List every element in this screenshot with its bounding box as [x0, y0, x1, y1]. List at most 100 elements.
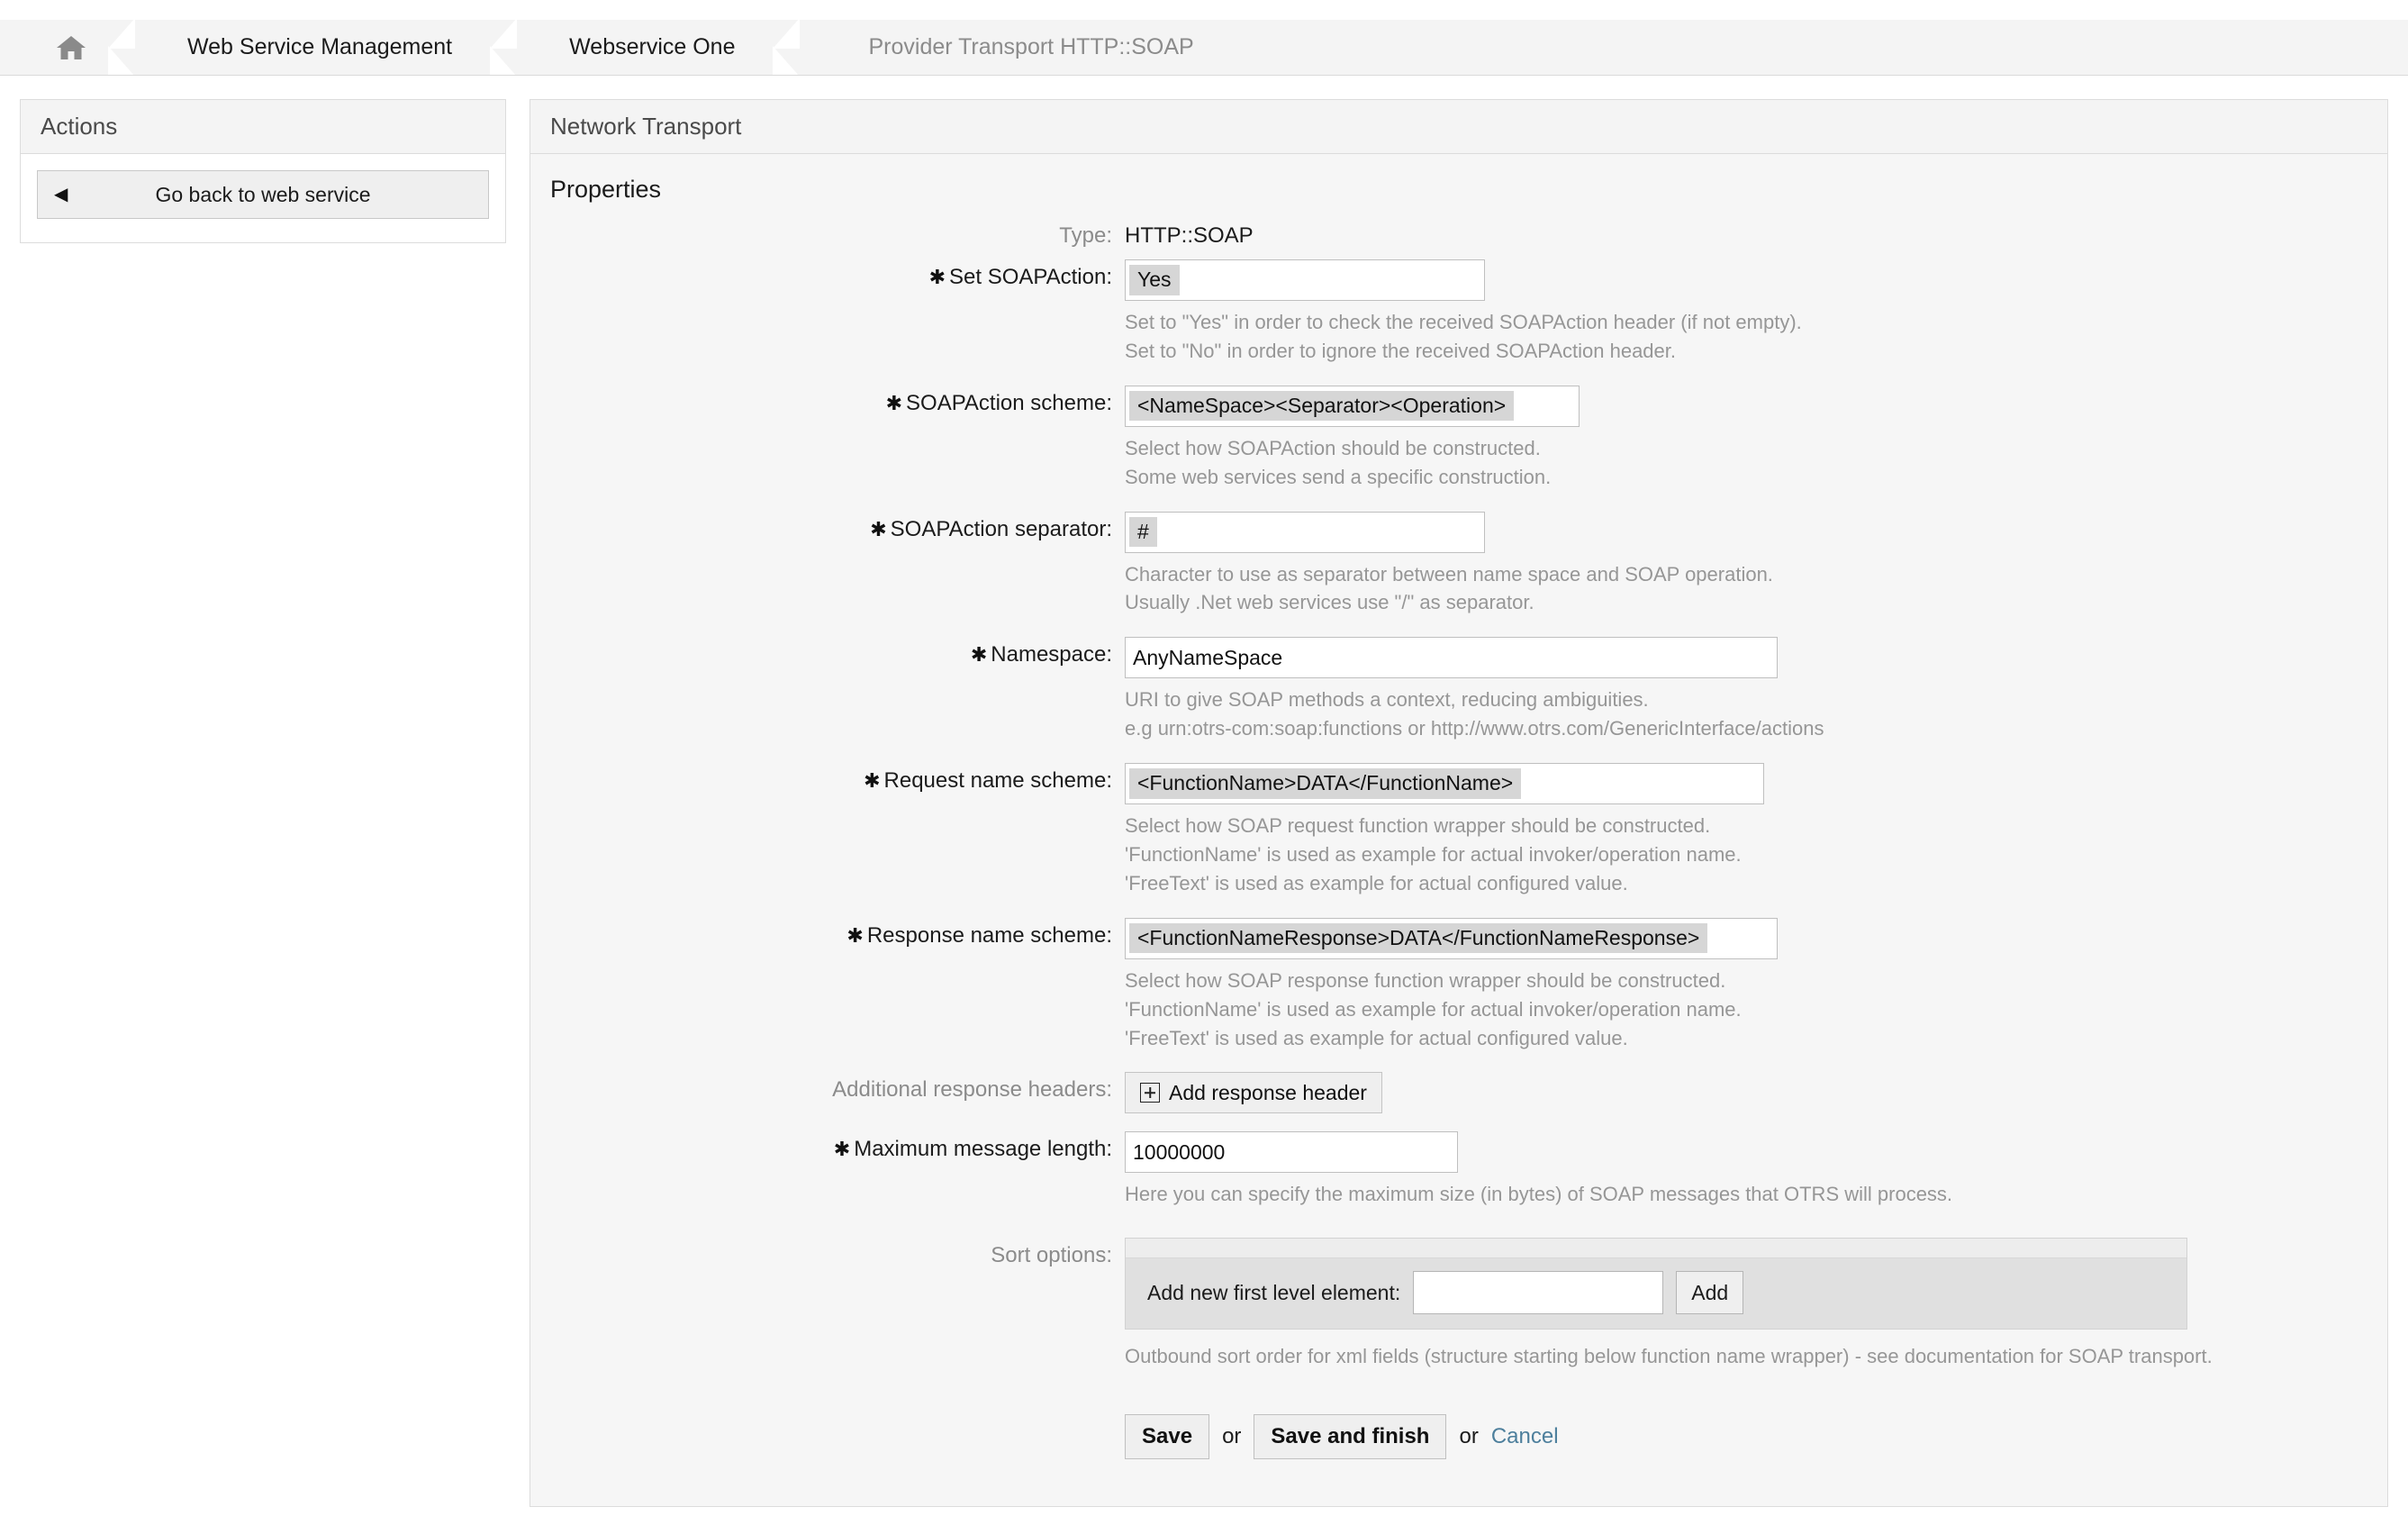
breadcrumb-label: Provider Transport HTTP::SOAP — [868, 34, 1194, 59]
go-back-to-web-service-button[interactable]: ◀ Go back to web service — [37, 170, 489, 219]
request-name-scheme-hint: Select how SOAP request function wrapper… — [1125, 814, 1742, 894]
maximum-message-length-hint: Here you can specify the maximum size (i… — [1125, 1183, 1953, 1206]
add-response-header-button[interactable]: Add response header — [1125, 1072, 1382, 1114]
request-name-scheme-select[interactable]: <FunctionName>DATA</FunctionName> — [1125, 763, 1764, 805]
required-star-icon: ✱ — [885, 391, 903, 414]
soapaction-scheme-hint: Select how SOAPAction should be construc… — [1125, 436, 1552, 488]
response-name-scheme-select[interactable]: <FunctionNameResponse>DATA</FunctionName… — [1125, 917, 1778, 959]
namespace-input[interactable] — [1125, 637, 1778, 679]
form-row-footer: Save or Save and finish or Cancel — [530, 1385, 2387, 1465]
save-button[interactable]: Save — [1125, 1414, 1210, 1460]
required-star-icon: ✱ — [928, 266, 946, 288]
form-row-maximum-message-length: ✱Maximum message length: Here you can sp… — [530, 1119, 2387, 1223]
response-name-scheme-field: <FunctionNameResponse>DATA</FunctionName… — [1125, 917, 2387, 1062]
additional-response-headers-field: Add response header — [1125, 1072, 2387, 1114]
breadcrumb-separator-1 — [108, 20, 149, 75]
breadcrumb-wrapper: Web Service Management Webservice One Pr… — [0, 0, 2408, 76]
or-text-2: or — [1459, 1424, 1479, 1449]
cancel-link[interactable]: Cancel — [1491, 1424, 1559, 1449]
save-and-finish-button[interactable]: Save and finish — [1254, 1414, 1447, 1460]
sidebar-body: ◀ Go back to web service — [21, 154, 505, 242]
form-row-namespace: ✱Namespace: URI to give SOAP methods a c… — [530, 631, 2387, 758]
breadcrumb-home[interactable] — [0, 20, 108, 75]
form-row-soapaction-scheme: ✱ SOAPAction scheme: <NameSpace><Separato… — [530, 380, 2387, 506]
additional-response-headers-label: Additional response headers: — [832, 1077, 1112, 1103]
soapaction-scheme-select[interactable]: <NameSpace><Separator><Operation> — [1125, 385, 1580, 427]
form-row-request-name-scheme: ✱ Request name scheme: <FunctionName>DATA… — [530, 758, 2387, 912]
soapaction-separator-hint: Character to use as separator between na… — [1125, 562, 1773, 614]
form-row-additional-response-headers: Additional response headers: Add respons… — [530, 1067, 2387, 1119]
soapaction-separator-field: # Character to use as separator between … — [1125, 511, 2387, 627]
set-soapaction-label: ✱ Set SOAPAction: — [928, 265, 1112, 289]
set-soapaction-hint: Set to "Yes" in order to check the recei… — [1125, 311, 1802, 362]
set-soapaction-select[interactable]: Yes — [1125, 259, 1485, 301]
sort-options-hint: Outbound sort order for xml fields (stru… — [1125, 1345, 2213, 1368]
footer-spacer — [530, 1391, 1125, 1396]
add-new-first-level-element-input[interactable] — [1413, 1271, 1664, 1315]
panel-body: Properties Type: HTTP::SOAP ✱ Set SOAPAct… — [530, 154, 2387, 1507]
response-name-scheme-hint: Select how SOAP response function wrappe… — [1125, 968, 1742, 1049]
sort-options-panel-body: Add new first level element: Add — [1126, 1258, 2186, 1329]
soapaction-scheme-label: ✱ SOAPAction scheme: — [885, 390, 1112, 415]
page-layout: Actions ◀ Go back to web service Network… — [0, 76, 2408, 1508]
soapaction-separator-selected-value: # — [1129, 516, 1157, 548]
actions-sidebar: Actions ◀ Go back to web service — [20, 99, 506, 243]
sidebar-header: Actions — [21, 100, 505, 154]
form-row-set-soapaction: ✱ Set SOAPAction: Yes Set to "Yes" in ord… — [530, 254, 2387, 380]
footer-actions: Save or Save and finish or Cancel — [1125, 1391, 2387, 1460]
required-star-icon: ✱ — [846, 923, 864, 947]
breadcrumb-label: Webservice One — [569, 34, 736, 59]
sort-options-label: Sort options: — [991, 1243, 1112, 1268]
request-name-scheme-field: <FunctionName>DATA</FunctionName> Select… — [1125, 763, 2387, 907]
sort-options-add-button[interactable]: Add — [1676, 1271, 1744, 1315]
soapaction-scheme-selected-value: <NameSpace><Separator><Operation> — [1129, 391, 1515, 422]
form-row-type: Type: HTTP::SOAP — [530, 213, 2387, 254]
footer-field: Save or Save and finish or Cancel — [1125, 1391, 2387, 1460]
required-star-icon: ✱ — [864, 769, 881, 793]
breadcrumb-item-provider-transport: Provider Transport HTTP::SOAP — [814, 20, 1231, 75]
set-soapaction-selected-value: Yes — [1129, 265, 1180, 295]
breadcrumb-separator-2 — [490, 20, 531, 75]
required-star-icon: ✱ — [870, 517, 887, 540]
panel-header: Network Transport — [530, 100, 2387, 154]
namespace-hint: URI to give SOAP methods a context, redu… — [1125, 688, 1824, 740]
breadcrumb-label: Web Service Management — [187, 34, 453, 59]
plus-box-icon — [1140, 1083, 1160, 1103]
namespace-field: URI to give SOAP methods a context, redu… — [1125, 637, 2387, 752]
add-response-header-label: Add response header — [1169, 1080, 1367, 1104]
sort-options-field: Add new first level element: Add Outboun… — [1125, 1238, 2387, 1380]
breadcrumb-item-webservice-one[interactable]: Webservice One — [531, 20, 773, 75]
maximum-message-length-label: ✱ Maximum message length: — [833, 1137, 1112, 1162]
response-name-scheme-selected-value: <FunctionNameResponse>DATA</FunctionName… — [1129, 923, 1708, 954]
form-row-sort-options: Sort options: Add new first level elemen… — [530, 1223, 2387, 1385]
sort-options-panel: Add new first level element: Add — [1125, 1238, 2187, 1330]
properties-section-title: Properties — [550, 176, 662, 203]
type-field: HTTP::SOAP — [1125, 218, 2387, 249]
breadcrumb-separator-3 — [773, 20, 814, 75]
soapaction-separator-label: ✱ SOAPAction separator: — [870, 516, 1112, 541]
type-label: Type: — [1059, 223, 1112, 248]
response-name-scheme-label: ✱ Response name scheme: — [846, 922, 1112, 948]
request-name-scheme-label: ✱ Request name scheme: — [864, 768, 1112, 794]
maximum-message-length-input[interactable] — [1125, 1131, 1458, 1174]
request-name-scheme-selected-value: <FunctionName>DATA</FunctionName> — [1129, 768, 1522, 799]
namespace-label: ✱ Namespace: — [970, 642, 1112, 667]
maximum-message-length-field: Here you can specify the maximum size (i… — [1125, 1131, 2387, 1218]
or-text-1: or — [1222, 1424, 1242, 1449]
network-transport-panel: Network Transport Properties Type: HTTP:… — [530, 99, 2388, 1508]
add-new-first-level-element-label: Add new first level element: — [1147, 1280, 1401, 1304]
soapaction-separator-select[interactable]: # — [1125, 511, 1485, 553]
form-row-response-name-scheme: ✱ Response name scheme: <FunctionNameResp… — [530, 912, 2387, 1067]
set-soapaction-field: Yes Set to "Yes" in order to check the r… — [1125, 259, 2387, 375]
required-star-icon: ✱ — [833, 1138, 851, 1161]
go-back-button-label: Go back to web service — [155, 182, 371, 206]
soapaction-scheme-field: <NameSpace><Separator><Operation> Select… — [1125, 385, 2387, 501]
breadcrumb: Web Service Management Webservice One Pr… — [0, 20, 2408, 76]
triangle-left-icon: ◀ — [54, 185, 68, 204]
type-value: HTTP::SOAP — [1125, 223, 1254, 248]
breadcrumb-item-web-service-management[interactable]: Web Service Management — [149, 20, 490, 75]
home-icon — [56, 34, 86, 61]
sort-options-panel-top — [1126, 1239, 2186, 1259]
form-row-soapaction-separator: ✱ SOAPAction separator: # Character to us… — [530, 506, 2387, 632]
required-star-icon: ✱ — [970, 643, 988, 667]
